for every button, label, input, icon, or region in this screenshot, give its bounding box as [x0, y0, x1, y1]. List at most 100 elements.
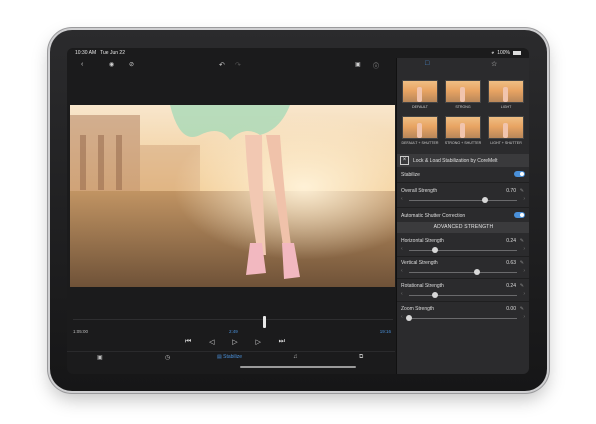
preset-tile[interactable]: STRONG — [443, 80, 483, 113]
auto-shutter-row: Automatic Shutter Correction — [397, 212, 529, 219]
help-icon[interactable]: ⓘ — [373, 61, 379, 70]
slider-knob[interactable] — [474, 269, 481, 275]
preset-label: STRONG + SHUTTER — [444, 141, 482, 145]
eye-slash-icon[interactable]: ⊘ — [129, 61, 134, 68]
eye-icon[interactable]: ◉ — [109, 61, 114, 68]
overall-strength-label: Overall Strength — [401, 188, 438, 194]
wifi-icon: ◕ — [491, 50, 495, 56]
divider — [397, 182, 529, 183]
video-preview[interactable] — [70, 105, 395, 287]
film-icon[interactable]: □ — [425, 60, 429, 67]
audio-icon[interactable]: ♫ — [293, 354, 298, 360]
step-forward-icon[interactable]: ▷ — [255, 338, 260, 346]
slider-knob[interactable] — [431, 292, 438, 298]
preset-thumbnail — [445, 116, 481, 139]
preset-tile[interactable]: DEFAULT + SHUTTER — [400, 116, 440, 149]
timeline-start: 1:05:00 — [73, 329, 89, 334]
auto-shutter-toggle[interactable] — [514, 212, 525, 218]
top-toolbar: ‹ ◉ ⊘ ↶ ↷ ▣ ⓘ — [67, 59, 395, 73]
horizontal-strength-slider[interactable]: ‹ › — [401, 246, 525, 253]
stabilize-button[interactable]: ▤ Stabilize — [217, 354, 242, 360]
horizontal-strength-label: Horizontal Strength — [401, 238, 444, 244]
rotational-strength-value: 0.24 — [506, 283, 516, 289]
status-date: Tue Jun 22 — [100, 50, 125, 56]
pencil-icon[interactable]: ✎ — [520, 283, 524, 289]
video-frame-image — [70, 105, 395, 287]
stabilize-toggle[interactable] — [514, 171, 525, 177]
zoom-strength-row: Zoom Strength 0.00 ✎ — [397, 306, 529, 312]
horizontal-strength-row: Horizontal Strength 0.24 ✎ — [397, 238, 529, 244]
pencil-icon[interactable]: ✎ — [520, 188, 524, 194]
app-screen: 10:30 AM Tue Jun 22 ◕ 100% ‹ ◉ ⊘ ↶ ↷ ▣ ⓘ — [67, 48, 529, 374]
preset-thumbnail — [445, 80, 481, 103]
preset-tile[interactable]: LIGHT — [486, 80, 526, 113]
divider — [397, 207, 529, 208]
step-back-icon[interactable]: ◁ — [209, 338, 214, 346]
stabilize-tab-label: Stabilize — [223, 354, 243, 360]
coremelt-logo-icon: × — [400, 156, 409, 165]
divider — [397, 278, 529, 279]
vertical-strength-row: Vertical Strength 0.63 ✎ — [397, 260, 529, 266]
timeline-current: 2:49 — [229, 329, 238, 334]
slider-knob[interactable] — [431, 247, 438, 253]
horizontal-strength-value: 0.24 — [506, 238, 516, 244]
stabilize-panel: □ ☆ DEFAULT STRONG LIGHT DEFAULT + SHUTTER S… — [396, 58, 529, 374]
skip-end-icon[interactable]: ⏭ — [279, 338, 285, 346]
pencil-icon[interactable]: ✎ — [520, 260, 524, 266]
zoom-strength-label: Zoom Strength — [401, 306, 435, 312]
home-indicator — [240, 366, 356, 368]
star-icon[interactable]: ☆ — [491, 60, 497, 68]
preset-label: LIGHT — [500, 105, 512, 109]
divider — [397, 256, 529, 257]
stabilize-row: Stabilize — [397, 171, 529, 178]
preset-label: DEFAULT — [412, 105, 428, 109]
preset-tile[interactable]: LIGHT + SHUTTER — [486, 116, 526, 149]
play-icon[interactable]: ▷ — [232, 338, 237, 346]
overall-strength-row: Overall Strength 0.70 ✎ — [397, 188, 529, 194]
preset-thumbnail — [402, 80, 438, 103]
preset-grid: DEFAULT STRONG LIGHT DEFAULT + SHUTTER STRON… — [400, 80, 526, 149]
timeline-ruler[interactable] — [73, 319, 393, 327]
back-icon[interactable]: ‹ — [81, 61, 83, 68]
preset-label: DEFAULT + SHUTTER — [401, 141, 439, 145]
auto-shutter-label: Automatic Shutter Correction — [401, 213, 466, 219]
preset-label: LIGHT + SHUTTER — [490, 141, 522, 145]
zoom-strength-value: 0.00 — [506, 306, 516, 312]
vertical-strength-slider[interactable]: ‹ › — [401, 268, 525, 275]
slider-knob[interactable] — [481, 197, 488, 203]
rotational-strength-label: Rotational Strength — [401, 283, 444, 289]
trim-icon[interactable]: ⧉ — [359, 354, 363, 361]
slider-knob[interactable] — [406, 315, 412, 321]
overall-strength-value: 0.70 — [506, 188, 516, 194]
playhead-handle[interactable] — [263, 316, 266, 328]
stabilize-label: Stabilize — [401, 172, 420, 178]
film-icon: ▤ — [217, 354, 222, 360]
preset-thumbnail — [488, 116, 524, 139]
redo-icon[interactable]: ↷ — [235, 61, 241, 69]
skip-start-icon[interactable]: ⏮ — [185, 338, 191, 346]
rotational-strength-row: Rotational Strength 0.24 ✎ — [397, 283, 529, 289]
panel-tabs: □ ☆ — [397, 58, 529, 72]
battery-icon — [513, 51, 521, 55]
vertical-strength-value: 0.63 — [506, 260, 516, 266]
vertical-strength-label: Vertical Strength — [401, 260, 438, 266]
advanced-strength-header[interactable]: ADVANCED STRENGTH — [397, 222, 529, 233]
pencil-icon[interactable]: ✎ — [520, 238, 524, 244]
divider — [397, 301, 529, 302]
snapshot-icon[interactable]: ▣ — [355, 61, 361, 68]
bottom-toolbar: ▣ ◷ ▤ Stabilize ♫ ⧉ — [67, 351, 395, 365]
export-icon[interactable]: ▣ — [97, 354, 103, 361]
rotational-strength-slider[interactable]: ‹ › — [401, 291, 525, 298]
status-time: 10:30 AM — [75, 50, 97, 56]
status-bar: 10:30 AM Tue Jun 22 ◕ 100% — [67, 48, 529, 58]
speed-icon[interactable]: ◷ — [165, 354, 170, 361]
preset-thumbnail — [402, 116, 438, 139]
preset-tile[interactable]: DEFAULT — [400, 80, 440, 113]
timeline-end: 19:16 — [379, 329, 391, 334]
transport-controls: ⏮ ◁ ▷ ▷ ⏭ — [185, 338, 285, 346]
pencil-icon[interactable]: ✎ — [520, 306, 524, 312]
zoom-strength-slider[interactable]: ‹ › — [401, 314, 525, 321]
preset-tile[interactable]: STRONG + SHUTTER — [443, 116, 483, 149]
overall-strength-slider[interactable]: ‹ › — [401, 196, 525, 203]
undo-icon[interactable]: ↶ — [219, 61, 225, 69]
